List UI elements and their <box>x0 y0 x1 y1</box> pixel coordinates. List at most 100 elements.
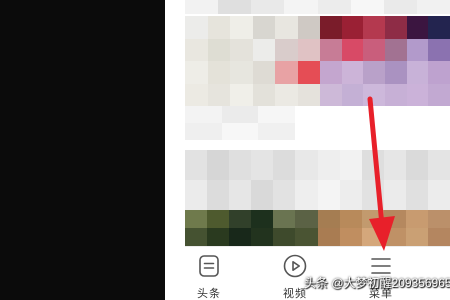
mosaic-tile <box>185 83 208 106</box>
mosaic-tile <box>350 0 384 14</box>
mosaic-tile <box>317 228 340 246</box>
feed-card-caption-blurred[interactable] <box>185 106 295 140</box>
mosaic-tile <box>428 38 450 61</box>
mosaic-tile <box>363 61 385 84</box>
mosaic-tile <box>221 123 259 140</box>
mosaic-tile <box>229 180 252 210</box>
mosaic-tile <box>229 228 252 246</box>
mosaic-tile <box>273 228 296 246</box>
mosaic-tile <box>384 61 407 84</box>
mosaic-tile <box>295 180 318 210</box>
news-list-icon <box>199 255 219 277</box>
mosaic-tile <box>383 0 417 14</box>
mosaic-tile <box>252 61 275 84</box>
mosaic-tile <box>427 150 450 180</box>
mosaic-tile <box>207 228 230 246</box>
mosaic-tile <box>229 210 252 228</box>
mosaic-tile <box>207 38 230 61</box>
mosaic-tile <box>428 61 450 84</box>
mosaic-tile <box>230 83 253 106</box>
mosaic-tile <box>406 16 429 39</box>
mosaic-tile <box>406 61 429 84</box>
mosaic-tile <box>406 38 429 61</box>
mosaic-tile <box>252 38 275 61</box>
feed-top-strip <box>185 0 450 14</box>
mosaic-tile <box>320 38 342 61</box>
mosaic-tile <box>384 38 407 61</box>
mosaic-tile <box>275 83 298 106</box>
mosaic-tile <box>230 16 253 39</box>
mosaic-tile <box>406 83 429 106</box>
annotation-arrow <box>367 96 395 251</box>
mosaic-tile <box>275 38 298 61</box>
mosaic-tile <box>405 228 428 246</box>
mosaic-tile <box>258 106 295 123</box>
mosaic-tile <box>341 16 364 39</box>
mosaic-tile <box>251 180 274 210</box>
mosaic-tile <box>258 123 295 140</box>
mosaic-tile <box>221 106 259 123</box>
mosaic-tile <box>251 150 274 180</box>
mosaic-tile <box>185 228 208 246</box>
mosaic-tile <box>207 61 230 84</box>
mosaic-tile <box>320 16 342 39</box>
mosaic-tile <box>273 180 296 210</box>
mosaic-tile <box>297 83 320 106</box>
mosaic-tile <box>317 210 340 228</box>
mosaic-tile <box>405 210 428 228</box>
mosaic-tile <box>185 61 208 84</box>
mosaic-tile <box>297 38 320 61</box>
feed-card-thumbnail[interactable] <box>185 210 450 246</box>
mosaic-tile <box>295 210 318 228</box>
mosaic-tile <box>341 38 364 61</box>
left-dark-pane <box>0 0 165 300</box>
nav-item-toutiao[interactable]: 头条 <box>185 247 239 300</box>
mosaic-tile <box>185 106 222 123</box>
mosaic-tile <box>317 0 351 14</box>
mosaic-tile <box>275 61 298 84</box>
mosaic-tile <box>320 83 342 106</box>
mosaic-tile <box>341 61 364 84</box>
mosaic-tile <box>405 180 428 210</box>
mosaic-tile <box>363 16 385 39</box>
mosaic-tile <box>251 228 274 246</box>
feed-card-thumbnail[interactable] <box>320 16 450 106</box>
mosaic-tile <box>273 210 296 228</box>
mosaic-tile <box>416 0 450 14</box>
feed-card-thumbnail[interactable] <box>185 150 450 210</box>
mosaic-tile <box>185 123 222 140</box>
mosaic-tile <box>273 150 296 180</box>
gutter <box>165 0 185 300</box>
mosaic-tile <box>427 210 450 228</box>
mosaic-tile <box>427 228 450 246</box>
mosaic-tile <box>207 180 230 210</box>
mosaic-tile <box>207 16 230 39</box>
mosaic-tile <box>405 150 428 180</box>
mosaic-tile <box>207 210 230 228</box>
mosaic-tile <box>185 38 208 61</box>
mosaic-tile <box>185 210 208 228</box>
mosaic-tile <box>428 16 450 39</box>
mosaic-tile <box>317 180 340 210</box>
phone-screen: 头条 视频 菜单 <box>185 0 450 300</box>
mosaic-tile <box>207 83 230 106</box>
mosaic-tile <box>251 210 274 228</box>
mosaic-tile <box>251 0 285 14</box>
mosaic-tile <box>207 150 230 180</box>
feed-card-thumbnail[interactable] <box>185 16 320 106</box>
mosaic-tile <box>295 150 318 180</box>
mosaic-tile <box>427 180 450 210</box>
mosaic-tile <box>230 38 253 61</box>
mosaic-tile <box>252 16 275 39</box>
mosaic-tile <box>185 150 208 180</box>
mosaic-tile <box>384 16 407 39</box>
mosaic-tile <box>230 61 253 84</box>
watermark: 头条 @大梦初醒209356965 <box>304 276 450 290</box>
mosaic-tile <box>297 16 320 39</box>
mosaic-tile <box>295 228 318 246</box>
mosaic-tile <box>297 61 320 84</box>
mosaic-tile <box>317 150 340 180</box>
mosaic-tile <box>218 0 252 14</box>
bottom-nav-bar: 头条 视频 菜单 <box>185 246 450 300</box>
mosaic-tile <box>363 38 385 61</box>
